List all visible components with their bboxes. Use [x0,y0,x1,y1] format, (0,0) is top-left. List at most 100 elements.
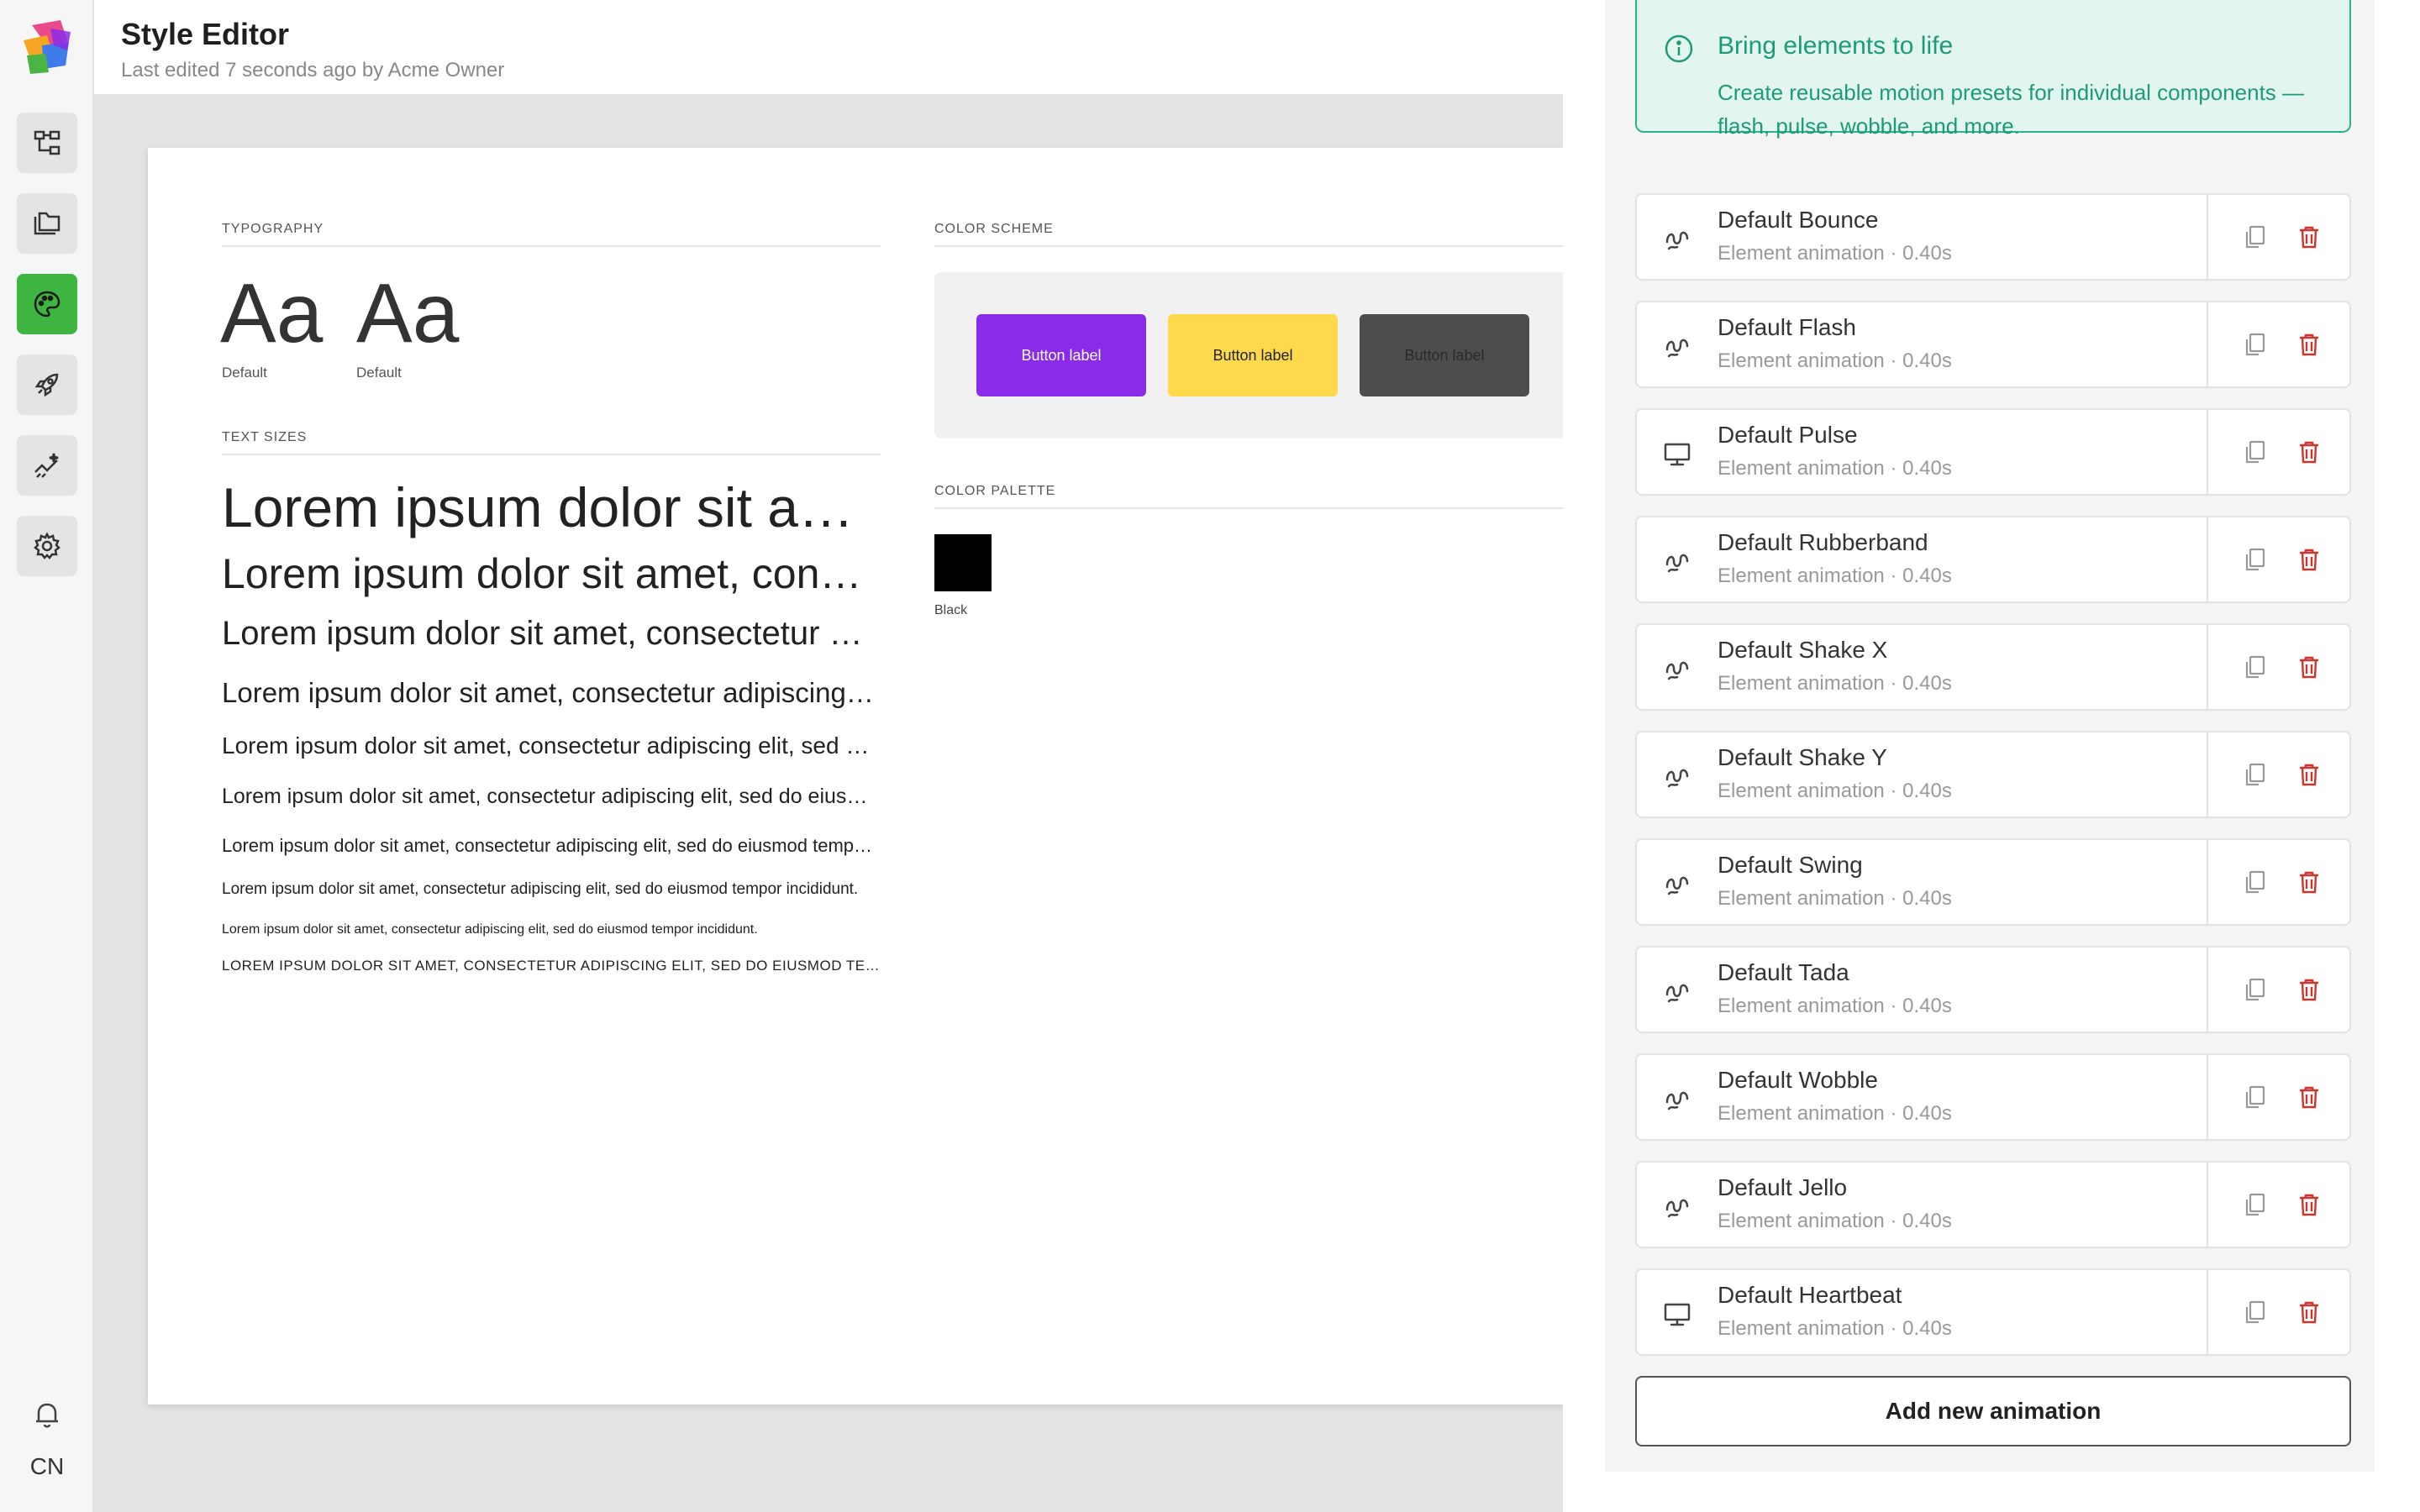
gear-icon [34,532,60,559]
trash-icon[interactable] [2296,976,2323,1003]
folders-icon [34,212,60,235]
animation-name: Default Bounce [1718,207,1879,233]
sidebar-item-analytics[interactable] [17,435,77,496]
section-label-color-scheme: COLOR SCHEME [934,222,1563,247]
divider [2207,410,2208,494]
trash-icon[interactable] [2296,761,2323,788]
animation-name: Default Shake X [1718,637,1888,663]
divider [2207,1055,2208,1139]
animation-item[interactable]: Default Heartbeat Element animation · 0.4… [1635,1268,2351,1356]
animation-item[interactable]: Default Wobble Element animation · 0.40s [1635,1053,2351,1141]
monitor-icon [1664,1303,1691,1326]
animation-item[interactable]: Default Swing Element animation · 0.40s [1635,838,2351,926]
sidebar-item-style[interactable] [17,274,77,334]
trash-icon[interactable] [2296,1084,2323,1110]
text-size-sample[interactable]: Lorem ipsum dolor sit amet, consectetur … [222,732,881,759]
language-switch[interactable]: CN [0,1453,94,1480]
divider [2207,948,2208,1032]
info-description: Create reusable motion presets for indiv… [1718,80,2305,139]
sidebar-item-settings[interactable] [17,516,77,576]
scheme-button-dark[interactable]: Button label [1360,314,1529,396]
sidebar: CN [0,0,94,1512]
trash-icon[interactable] [2296,1299,2323,1326]
divider [2207,840,2208,924]
animation-item[interactable]: Default Bounce Element animation · 0.40s [1635,193,2351,281]
animation-meta: Element animation · 0.40s [1718,564,1952,587]
animation-item[interactable]: Default Jello Element animation · 0.40s [1635,1161,2351,1248]
text-size-sample[interactable]: Lorem ipsum dolor sit amet, consectetur … [222,785,881,809]
animations-panel: Bring elements to life Create reusable m… [1563,0,2420,1512]
divider [2207,1163,2208,1247]
animation-name: Default Wobble [1718,1067,1878,1093]
font-sample[interactable]: Aa [356,265,459,362]
animation-name: Default Heartbeat [1718,1282,1902,1308]
animation-meta: Element animation · 0.40s [1718,349,1952,372]
trash-icon[interactable] [2296,1191,2323,1218]
header: Style Editor Last edited 7 seconds ago b… [94,0,1563,94]
animation-item[interactable]: Default Flash Element animation · 0.40s [1635,301,2351,388]
text-size-sample[interactable]: Lorem ipsum dolor sit amet, consectetur … [222,677,881,709]
app-logo[interactable] [17,17,77,77]
info-callout: Bring elements to life Create reusable m… [1635,0,2351,139]
text-size-sample[interactable]: Lorem ipsum dolor sit amet, consectetur … [222,922,881,937]
animation-meta: Element animation · 0.40s [1718,887,1952,910]
copy-icon[interactable] [2242,223,2269,250]
scheme-button-primary[interactable]: Button label [976,314,1146,396]
animation-item[interactable]: Default Shake Y Element animation · 0.40s [1635,731,2351,818]
add-animation-button[interactable]: Add new animation [1635,1376,2351,1446]
text-size-sample[interactable]: Lorem ipsum dolor sit amet, consectetur … [222,615,881,653]
copy-icon[interactable] [2242,976,2269,1003]
copy-icon[interactable] [2242,331,2269,358]
animation-name: Default Flash [1718,314,1856,340]
animation-meta: Element animation · 0.40s [1718,457,1952,480]
text-size-sample[interactable]: Lorem ipsum dolor sit amet, consectetur … [222,880,881,899]
squiggle-icon [1665,231,1689,250]
font-caption: Default [356,365,402,381]
trash-icon[interactable] [2296,331,2323,358]
animation-name: Default Tada [1718,959,1849,985]
trash-icon[interactable] [2296,438,2323,465]
text-size-sample[interactable]: LOREM IPSUM DOLOR SIT AMET, CONSECTETUR … [222,958,881,974]
rocket-icon [34,373,59,397]
monitor-icon [1664,443,1691,466]
text-size-sample[interactable]: Lorem ipsum dolor sit amet, consectetur … [222,475,881,539]
squiggle-icon [1665,339,1689,358]
trash-icon[interactable] [2296,869,2323,895]
sidebar-item-publish[interactable] [17,354,77,415]
font-sample[interactable]: Aa [220,265,323,362]
color-swatch-black[interactable] [934,534,992,591]
animation-item[interactable]: Default Rubberband Element animation · 0.… [1635,516,2351,603]
sparkle-chart-icon [34,453,59,478]
copy-icon[interactable] [2242,1191,2269,1218]
sidebar-item-structure[interactable] [17,113,77,173]
animation-item[interactable]: Default Pulse Element animation · 0.40s [1635,408,2351,496]
font-caption: Default [222,365,267,381]
copy-icon[interactable] [2242,438,2269,465]
copy-icon[interactable] [2242,869,2269,895]
text-size-sample[interactable]: Lorem ipsum dolor sit amet, consectetur … [222,835,881,857]
animation-name: Default Pulse [1718,422,1858,448]
divider [2207,625,2208,709]
animation-meta: Element animation · 0.40s [1718,672,1952,695]
copy-icon[interactable] [2242,1299,2269,1326]
trash-icon[interactable] [2296,223,2323,250]
copy-icon[interactable] [2242,654,2269,680]
animation-meta: Element animation · 0.40s [1718,1210,1952,1232]
divider [2207,1270,2208,1354]
squiggle-icon [1665,1091,1689,1110]
animation-item[interactable]: Default Shake X Element animation · 0.40s [1635,623,2351,711]
copy-icon[interactable] [2242,546,2269,573]
copy-icon[interactable] [2242,1084,2269,1110]
divider [2207,302,2208,386]
copy-icon[interactable] [2242,761,2269,788]
divider [2207,195,2208,279]
trash-icon[interactable] [2296,654,2323,680]
text-size-sample[interactable]: Lorem ipsum dolor sit amet, consectetur … [222,549,881,598]
trash-icon[interactable] [2296,546,2323,573]
animation-item[interactable]: Default Tada Element animation · 0.40s [1635,946,2351,1033]
sidebar-item-files[interactable] [17,193,77,254]
page-title: Style Editor [121,17,290,51]
scheme-button-secondary[interactable]: Button label [1168,314,1338,396]
animation-meta: Element animation · 0.40s [1718,1102,1952,1125]
bell-icon[interactable] [30,1398,64,1431]
